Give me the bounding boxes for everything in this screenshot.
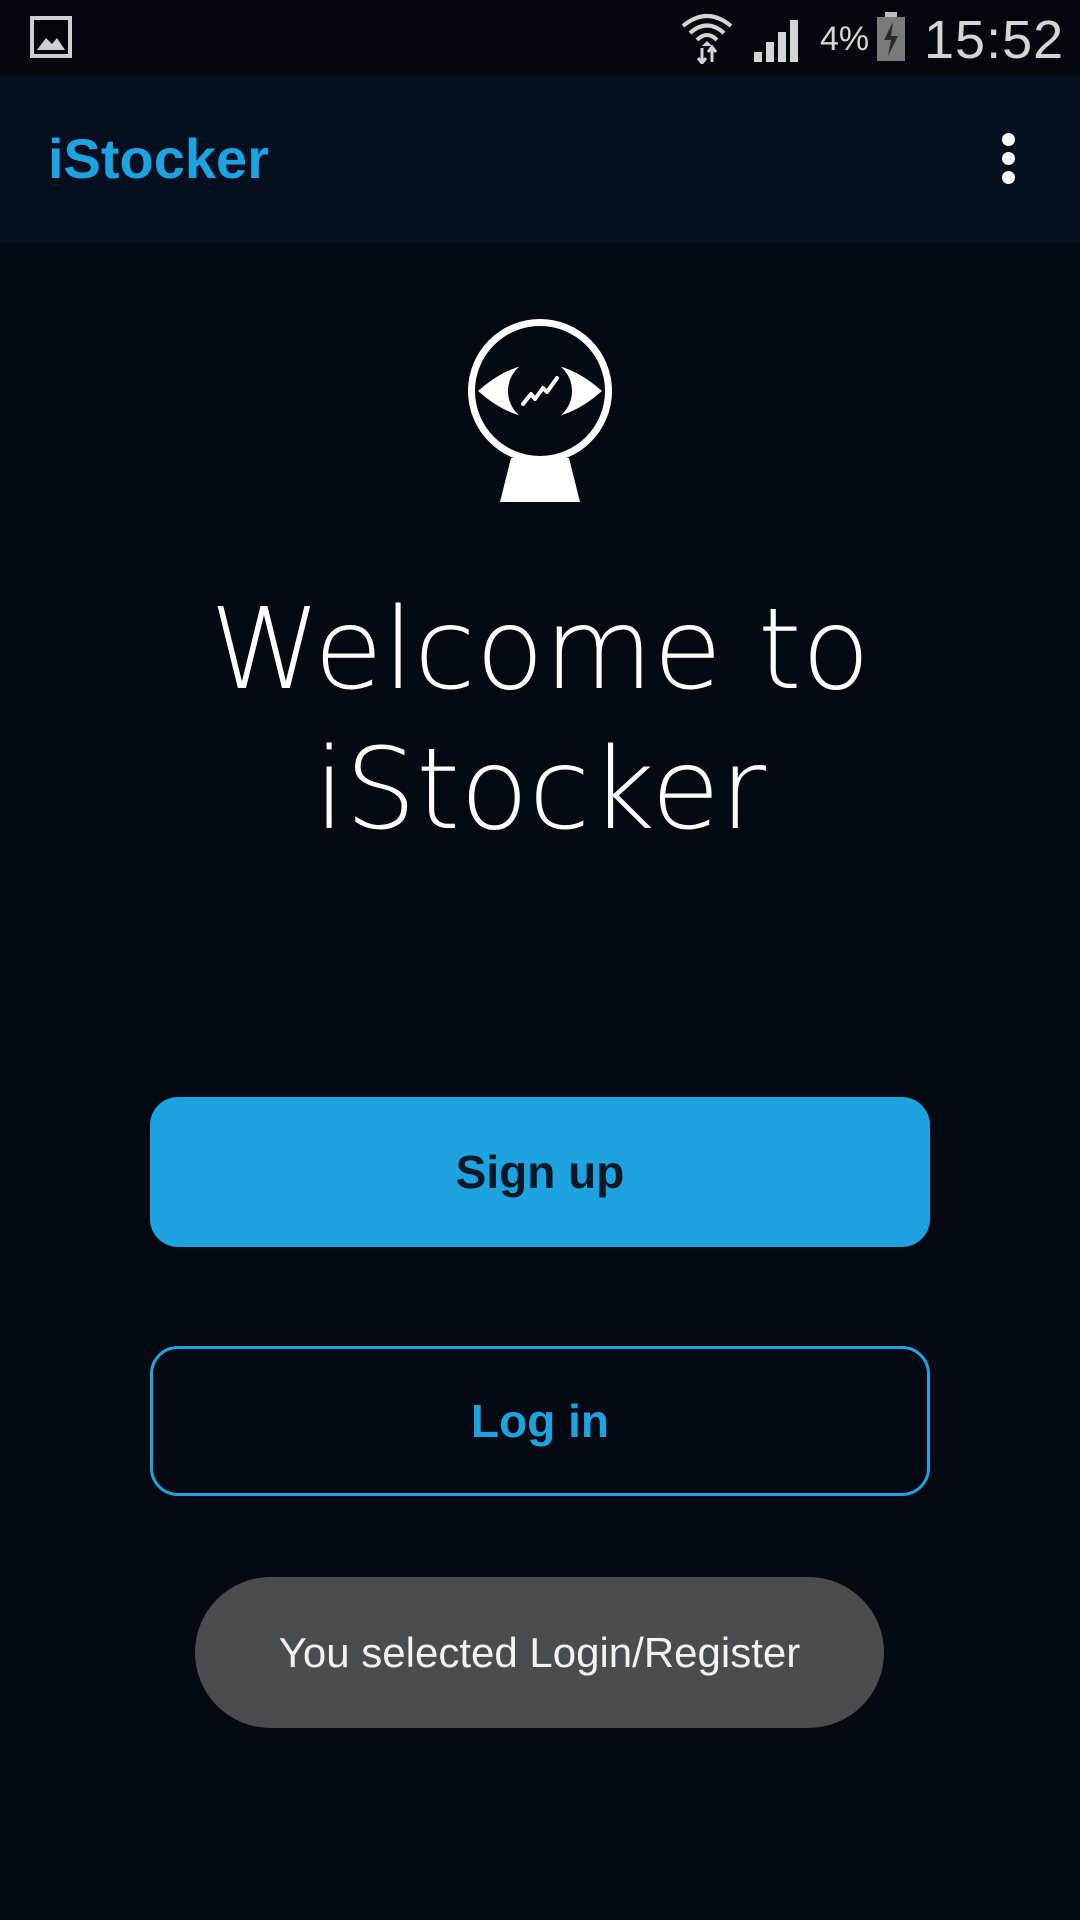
battery-charging-icon — [877, 12, 905, 61]
wifi-icon — [681, 14, 733, 64]
istocker-logo — [468, 319, 612, 502]
log-in-label: Log in — [471, 1395, 609, 1447]
sign-up-label: Sign up — [455, 1146, 625, 1198]
welcome-line-1: Welcome to — [209, 585, 871, 715]
app-title: iStocker — [48, 127, 269, 190]
status-bar: 4% 15:52 — [0, 0, 1080, 75]
sign-up-button[interactable]: Sign up — [150, 1097, 930, 1247]
welcome-line-2: iStocker — [313, 725, 767, 855]
clock: 15:52 — [924, 10, 1065, 70]
screen: 4% 15:52 iStocker Welcome to iStocker Si… — [0, 0, 1080, 1920]
overflow-menu-icon[interactable] — [988, 125, 1028, 191]
battery-percent: 4% — [820, 20, 870, 58]
toast-text: You selected Login/Register — [278, 1628, 801, 1676]
gallery-icon — [30, 16, 72, 58]
app-bar: iStocker — [0, 75, 1080, 243]
welcome-heading: Welcome to iStocker — [140, 580, 940, 860]
toast-message: You selected Login/Register — [195, 1577, 884, 1728]
cell-signal-icon — [754, 20, 798, 62]
log-in-button[interactable]: Log in — [150, 1346, 930, 1496]
